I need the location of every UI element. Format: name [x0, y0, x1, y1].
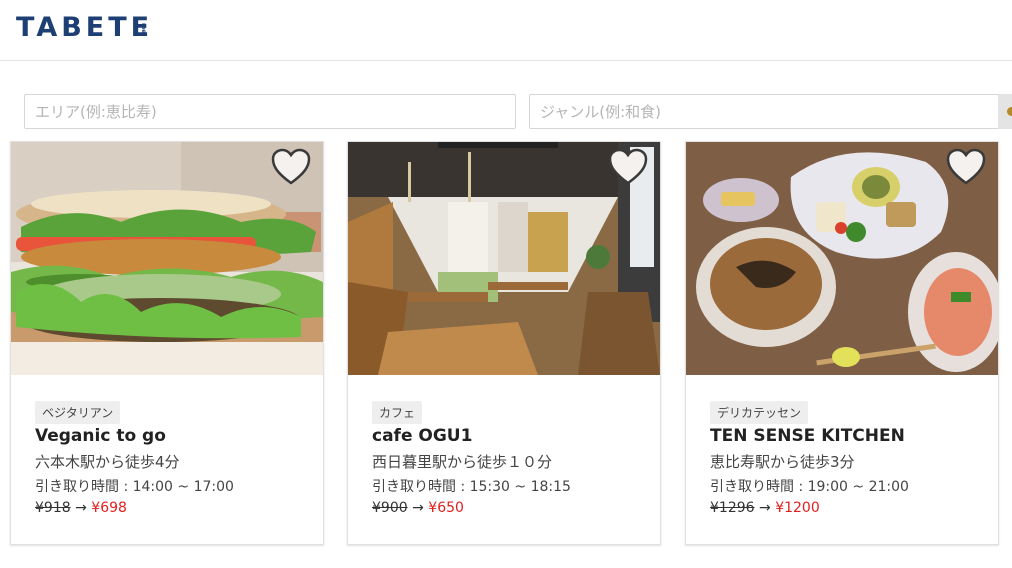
- discount-price: ¥698: [91, 500, 127, 516]
- shop-name[interactable]: cafe OGU1: [372, 426, 472, 446]
- heart-icon[interactable]: [608, 148, 648, 186]
- category-badge: ベジタリアン: [35, 401, 121, 424]
- heart-icon[interactable]: [271, 148, 311, 186]
- area-search-input[interactable]: [24, 94, 516, 129]
- search-button[interactable]: [998, 94, 1012, 129]
- pickup-time: 引き取り時間 : 14:00 ~ 17:00: [35, 479, 234, 495]
- discount-price: ¥1200: [775, 500, 820, 516]
- heart-icon[interactable]: [946, 148, 986, 186]
- shop-photo-sandwich[interactable]: [11, 142, 323, 375]
- shop-name[interactable]: Veganic to go: [35, 426, 166, 446]
- shop-access: 六本木駅から徒歩4分: [35, 453, 180, 471]
- discount-price: ¥650: [428, 500, 464, 516]
- shop-name[interactable]: TEN SENSE KITCHEN: [710, 426, 905, 446]
- site-header: TABETE me: [0, 0, 1012, 61]
- price-arrow: →: [412, 500, 424, 516]
- search-icon: [1007, 107, 1012, 116]
- category-badge: カフェ: [372, 401, 423, 424]
- genre-search-input[interactable]: [529, 94, 999, 129]
- shop-card[interactable]: デリカテッセン TEN SENSE KITCHEN 恵比寿駅から徒歩3分 引き取…: [685, 141, 999, 545]
- category-badge: デリカテッセン: [710, 401, 809, 424]
- pickup-time: 引き取り時間 : 15:30 ~ 18:15: [372, 479, 571, 495]
- original-price: ¥1296: [710, 500, 755, 516]
- price-row: ¥900 → ¥650: [372, 500, 464, 516]
- original-price: ¥918: [35, 500, 71, 516]
- price-row: ¥1296 → ¥1200: [710, 500, 820, 516]
- shop-photo-cafe-interior[interactable]: [348, 142, 660, 375]
- pickup-time: 引き取り時間 : 19:00 ~ 21:00: [710, 479, 909, 495]
- price-arrow: →: [75, 500, 87, 516]
- price-arrow: →: [759, 500, 771, 516]
- logo-suffix: me: [140, 23, 147, 34]
- original-price: ¥900: [372, 500, 408, 516]
- tabete-logo[interactable]: TABETE: [16, 12, 153, 43]
- shop-card[interactable]: カフェ cafe OGU1 西日暮里駅から徒歩１０分 引き取り時間 : 15:3…: [347, 141, 661, 545]
- shop-access: 西日暮里駅から徒歩１０分: [372, 453, 553, 471]
- shop-card[interactable]: ベジタリアン Veganic to go 六本木駅から徒歩4分 引き取り時間 :…: [10, 141, 324, 545]
- price-row: ¥918 → ¥698: [35, 500, 127, 516]
- shop-access: 恵比寿駅から徒歩3分: [710, 453, 855, 471]
- shop-photo-deli-dishes[interactable]: [686, 142, 998, 375]
